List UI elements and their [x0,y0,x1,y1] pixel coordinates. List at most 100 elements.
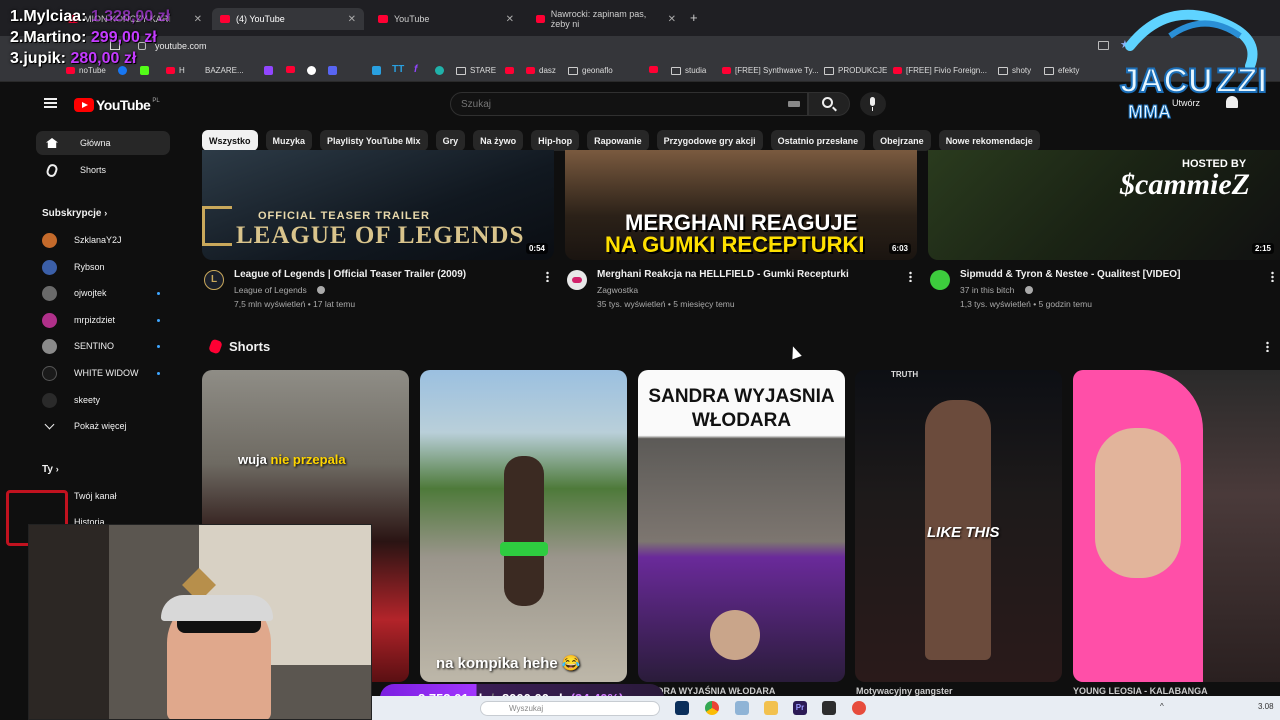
chip[interactable]: Nowe rekomendacje [938,130,1040,151]
channel-avatar[interactable]: L [204,270,224,290]
lol-logo-icon [202,206,232,246]
close-tab-icon[interactable]: ✕ [506,14,514,25]
short-card[interactable]: na kompika hehe 😂 [420,370,627,682]
chip[interactable]: Gry [435,130,466,151]
close-tab-icon[interactable]: ✕ [348,14,356,25]
chip-all[interactable]: Wszystko [202,130,258,151]
twitch-icon[interactable] [264,66,273,75]
channel-avatar[interactable] [567,270,587,290]
chip[interactable]: Ostatnio przesłane [770,130,866,151]
bookmark-folder[interactable]: PRODUKCJE [824,66,887,75]
browser-tab[interactable]: Nawrocki: zapinam pas, żeby ni ✕ [528,8,684,30]
close-tab-icon[interactable]: ✕ [194,14,202,25]
hamburger-menu-icon[interactable] [44,98,57,108]
sidebar-item-shorts[interactable]: Shorts [36,158,170,182]
short-title[interactable]: YOUNG LEOSIA - KALABANGA [1073,686,1208,696]
avatar [42,365,57,381]
bookmarks-bar [0,60,1280,82]
clock[interactable]: 3.08 [1258,702,1274,711]
browser-tab[interactable]: YouTube ✕ [370,8,522,30]
tiktok-icon[interactable] [372,66,381,75]
tt-icon[interactable]: TT [392,64,404,75]
channel-name[interactable]: Zagwostka [597,285,638,295]
f-icon[interactable]: f [414,64,417,75]
app-icon[interactable] [852,701,866,715]
video-title[interactable]: League of Legends | Official Teaser Trai… [234,269,466,280]
video-title[interactable]: Sipmudd & Tyron & Nestee - Qualitest [VI… [960,269,1180,280]
youtube-logo[interactable]: YouTube PL [74,97,160,113]
chrome-icon[interactable] [705,701,719,715]
youtube-icon[interactable] [649,66,658,73]
channel-name[interactable]: 37 in this bitch [960,285,1014,295]
taskbar-search[interactable]: Wyszukaj [480,701,660,716]
avatar [42,232,57,248]
more-options-icon[interactable] [546,271,549,282]
video-thumbnail[interactable]: OFFICIAL TEASER TRAILER LEAGUE OF LEGEND… [202,150,554,260]
youtube-favicon-icon [378,15,388,23]
chip[interactable]: Rapowanie [587,130,649,151]
chip[interactable]: Muzyka [265,130,313,151]
sidebar-item-subscription[interactable]: ojwojtek [42,283,162,303]
sidebar-item-subscription[interactable]: Rybson [42,257,162,277]
short-card[interactable]: TRUTH LIKE THIS [855,370,1062,682]
you-heading[interactable]: Ty › [42,464,59,475]
more-options-icon[interactable] [1266,341,1269,352]
bookmark-item[interactable]: [FREE] Synthwave Ty... [722,66,819,75]
avatar [42,338,57,354]
bookmark-folder[interactable]: efekty [1044,66,1079,75]
bookmark-item[interactable]: dasz [505,66,556,75]
leaderboard-row: 3.jupik: 280,00 zł [10,50,137,67]
chip[interactable]: Przygodowe gry akcji [656,130,763,151]
sidebar-item-subscription[interactable]: SzklanaY2J [42,230,162,250]
bookmark-folder[interactable]: STARE [456,66,496,75]
premiere-icon[interactable]: Pr [793,701,807,715]
sidebar-item-your-channel[interactable]: Twój kanał [74,491,117,501]
chip[interactable]: Hip-hop [531,130,580,151]
bookmark-folder[interactable]: shoty [998,66,1031,75]
browser-tab-active[interactable]: (4) YouTube ✕ [212,8,364,30]
bookmark-folder[interactable]: geonaflo [568,66,613,75]
sidebar-item-subscription[interactable]: mrpizdziet [42,310,162,330]
video-title[interactable]: Merghani Reakcja na HELLFIELD - Gumki Re… [597,269,849,280]
sidebar-item-subscription[interactable]: WHITE WIDOW [42,363,162,383]
chip[interactable]: Obejrzane [873,130,931,151]
search-box[interactable] [450,92,808,116]
obs-icon[interactable] [822,701,836,715]
site-icon[interactable] [435,66,444,75]
chip[interactable]: Playlisty YouTube Mix [320,130,428,151]
subscriptions-heading[interactable]: Subskrypcje › [42,208,107,219]
short-card[interactable]: SANDRA WYJASNIA WŁODARA [638,370,845,682]
youtube-icon[interactable] [286,66,295,73]
keyboard-icon[interactable] [788,101,800,107]
tray-chevron-icon[interactable]: ^ [1160,702,1164,711]
file-explorer-icon[interactable] [764,701,778,715]
sidebar-item-home[interactable]: Główna [36,131,170,155]
steam-icon[interactable] [675,701,689,715]
cast-icon[interactable] [1098,41,1109,50]
sidebar-item-subscription[interactable]: SENTINO [42,336,162,356]
search-input[interactable] [451,94,751,114]
new-tab-button[interactable]: + [690,10,698,25]
channel-name[interactable]: League of Legends [234,285,307,295]
app-icon[interactable] [735,701,749,715]
short-card[interactable] [1073,370,1280,682]
bookmark-item[interactable]: [FREE] Fivio Foreign... [893,66,987,75]
bookmark-folder[interactable]: studia [671,66,706,75]
video-thumbnail[interactable]: MERGHANI REAGUJE NA GUMKI RECEPTURKI 6:0… [565,150,917,260]
more-options-icon[interactable] [1271,271,1274,282]
short-title[interactable]: Motywacyjny gangster [856,686,953,696]
show-more-button[interactable]: Pokaż więcej [74,421,127,431]
channel-avatar[interactable] [930,270,950,290]
cap [161,595,273,621]
chip[interactable]: Na żywo [473,130,524,151]
voice-search-icon[interactable] [860,92,886,116]
folder-icon [671,66,681,75]
discord-icon[interactable] [328,66,337,75]
more-options-icon[interactable] [909,271,912,282]
video-duration: 0:54 [525,243,548,254]
bookmark-item[interactable]: BAZARE... [205,66,244,75]
close-tab-icon[interactable]: ✕ [668,14,676,25]
google-icon[interactable] [307,66,316,75]
video-thumbnail[interactable]: HOSTED BY $cammieZ 2:15 [928,150,1280,260]
sidebar-item-subscription[interactable]: skeety [42,390,162,410]
